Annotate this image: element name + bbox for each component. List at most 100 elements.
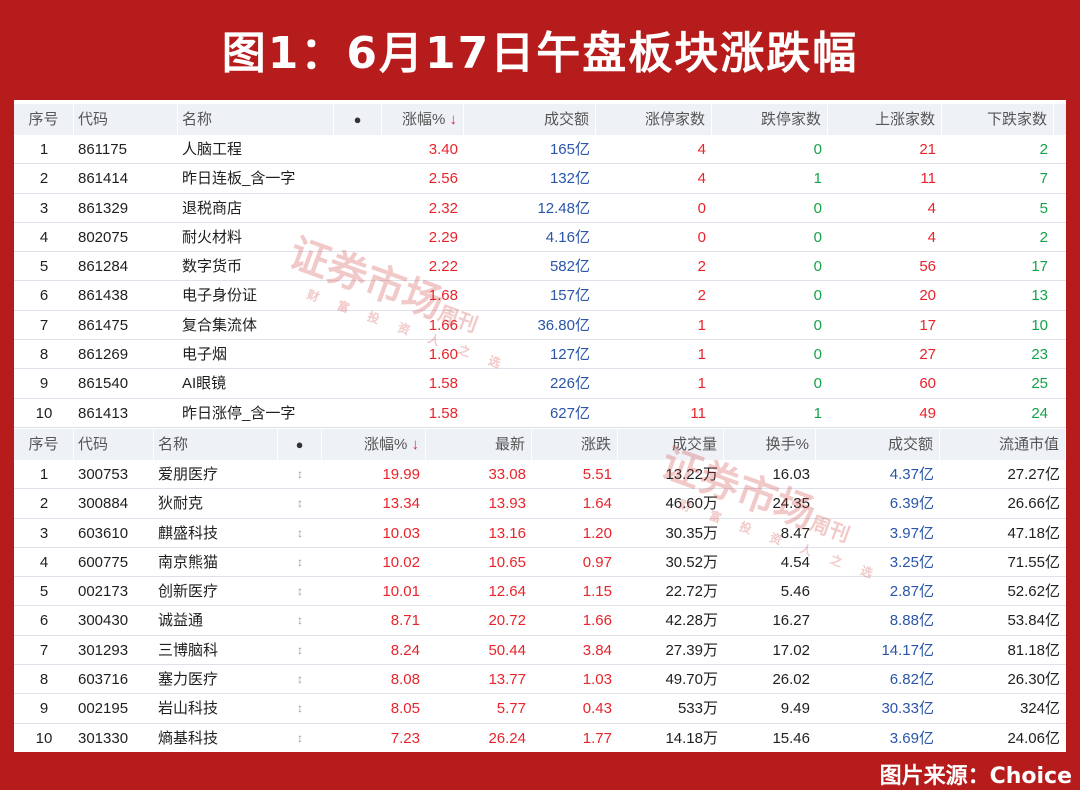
- row-last: 12.64: [488, 583, 526, 601]
- row-index: 8: [39, 346, 49, 364]
- row-float-cap: 71.55亿: [1007, 553, 1060, 571]
- row-down-count: 7: [1039, 170, 1048, 188]
- row-amount: 6.82亿: [889, 671, 934, 689]
- row-index: 7: [39, 316, 49, 334]
- row-float-cap: 324亿: [1019, 700, 1060, 718]
- row-change: 1.66: [428, 316, 458, 334]
- row-amount: 14.17亿: [881, 641, 934, 659]
- row-index: 3: [39, 199, 49, 217]
- row-name: 退税商店: [182, 199, 243, 217]
- table-row[interactable]: 7 861475 复合集流体 1.66 36.80亿 1 0 17 10: [14, 311, 1066, 341]
- row-up-count: 20: [919, 287, 936, 305]
- row-name: 爱朋医疗: [158, 466, 219, 483]
- table-row[interactable]: 10 301330 熵基科技 7.23 26.24 1.77 14.18万 15.46 3.69…: [14, 724, 1066, 753]
- header-volume: 成交量: [618, 429, 724, 460]
- row-name: 塞力医疗: [158, 671, 219, 689]
- row-change: 1.60: [428, 346, 458, 364]
- table-row[interactable]: 9 861540 AI眼镜 1.58 226亿 1 0 60 25: [14, 369, 1066, 399]
- row-down-count: 13: [1031, 287, 1048, 305]
- sort-handle-icon[interactable]: ↕: [278, 577, 322, 605]
- table-row[interactable]: 3 603610 麒盛科技 10.03 13.16 1.20 30.35万 8.47 3.97亿…: [14, 519, 1066, 548]
- sort-handle-icon[interactable]: ↕: [278, 460, 322, 488]
- sort-handle-icon[interactable]: ↕: [278, 636, 322, 664]
- table-row[interactable]: 6 300430 诚益通 8.71 20.72 1.66 42.28万 16.27 8.88亿 5…: [14, 606, 1066, 636]
- sort-handle-icon[interactable]: ↕: [278, 548, 322, 576]
- row-up-count: 4: [927, 199, 936, 217]
- row-code: 861413: [78, 404, 129, 422]
- row-name: 南京熊猫: [158, 553, 219, 571]
- table-row[interactable]: 7 301293 三博脑科 8.24 50.44 3.84 27.39万 17.02 14.17…: [14, 636, 1066, 666]
- table-row[interactable]: 8 603716 塞力医疗 8.08 13.77 1.03 49.70万 26.02 6.82亿…: [14, 665, 1066, 695]
- row-limit-down: 0: [813, 199, 822, 217]
- table-row[interactable]: 6 861438 电子身份证 1.68 157亿 2 0 20 13: [14, 281, 1066, 311]
- header-index: 序号: [14, 104, 74, 135]
- row-index: 2: [39, 495, 49, 513]
- table-row[interactable]: 5 002173 创新医疗 10.01 12.64 1.15 22.72万 5.46 2.87亿…: [14, 577, 1066, 607]
- header-change[interactable]: 涨幅% ↓: [322, 429, 426, 460]
- row-turnover: 4.54: [780, 553, 810, 571]
- row-turnover: 26.02: [772, 671, 810, 689]
- table-row[interactable]: 3 861329 退税商店 2.32 12.48亿 0 0 4 5: [14, 194, 1066, 223]
- row-float-cap: 27.27亿: [1007, 466, 1060, 483]
- row-amount: 3.97亿: [889, 524, 934, 542]
- table-row[interactable]: 4 600775 南京熊猫 10.02 10.65 0.97 30.52万 4.54 3.25亿…: [14, 548, 1066, 578]
- table-row[interactable]: 9 002195 岩山科技 8.05 5.77 0.43 533万 9.49 30.33亿 324…: [14, 694, 1066, 724]
- stock-table-header: 序号 代码 名称 ● 涨幅% ↓ 最新 涨跌 成交量 换手% 成交额 流通市值: [14, 429, 1066, 460]
- row-limit-up: 0: [697, 228, 706, 246]
- sort-desc-icon: ↓: [407, 436, 419, 453]
- row-volume: 533万: [677, 700, 718, 718]
- row-float-cap: 47.18亿: [1007, 524, 1060, 542]
- row-code: 002195: [78, 700, 129, 718]
- row-name: 诚益通: [158, 612, 204, 630]
- header-index: 序号: [14, 429, 74, 460]
- row-float-cap: 26.66亿: [1007, 495, 1060, 513]
- row-delta: 1.20: [582, 524, 612, 542]
- table-row[interactable]: 5 861284 数字货币 2.22 582亿 2 0 56 17: [14, 252, 1066, 282]
- row-name: 昨日涨停_含一字: [182, 404, 296, 422]
- row-amount: 165亿: [549, 141, 590, 158]
- sort-handle-icon[interactable]: ↕: [278, 489, 322, 517]
- table-row[interactable]: 2 300884 狄耐克 13.34 13.93 1.64 46.60万 24.35 6.39亿…: [14, 489, 1066, 519]
- row-float-cap: 53.84亿: [1007, 612, 1060, 630]
- row-limit-down: 0: [813, 287, 822, 305]
- row-amount: 3.25亿: [889, 553, 934, 571]
- row-name: 昨日连板_含一字: [182, 170, 296, 188]
- row-amount: 582亿: [549, 258, 590, 276]
- row-delta: 0.97: [582, 553, 612, 571]
- row-up-count: 21: [919, 141, 936, 158]
- row-turnover: 8.47: [780, 524, 810, 542]
- table-row[interactable]: 4 802075 耐火材料 2.29 4.16亿 0 0 4 2: [14, 223, 1066, 253]
- title-bar: 图1：6月17日午盘板块涨跌幅: [0, 0, 1080, 98]
- row-code: 861414: [78, 170, 129, 188]
- row-amount: 6.39亿: [889, 495, 934, 513]
- table-row[interactable]: 2 861414 昨日连板_含一字 2.56 132亿 4 1 11 7: [14, 164, 1066, 194]
- table-row[interactable]: 1 861175 人脑工程 3.40 165亿 4 0 21 2: [14, 135, 1066, 165]
- table-row[interactable]: 10 861413 昨日涨停_含一字 1.58 627亿 11 1 49 24: [14, 399, 1066, 428]
- sort-handle-icon[interactable]: ↕: [278, 606, 322, 634]
- row-name: 数字货币: [182, 258, 243, 276]
- row-name: 人脑工程: [182, 141, 243, 158]
- row-last: 13.77: [488, 671, 526, 689]
- sort-handle-icon[interactable]: ↕: [278, 519, 322, 547]
- row-change: 8.71: [390, 612, 420, 630]
- header-turnover: 换手%: [724, 429, 816, 460]
- header-change[interactable]: 涨幅% ↓: [382, 104, 464, 135]
- row-amount: 8.88亿: [889, 612, 934, 630]
- row-name: 熵基科技: [158, 729, 219, 747]
- row-volume: 42.28万: [665, 612, 718, 630]
- row-index: 9: [39, 375, 49, 393]
- table-row[interactable]: 1 300753 爱朋医疗 19.99 33.08 5.51 13.22万 16.03 4.37…: [14, 460, 1066, 490]
- row-amount: 127亿: [549, 346, 590, 364]
- row-change: 2.32: [428, 199, 458, 217]
- row-turnover: 9.49: [780, 700, 810, 718]
- sort-handle-icon[interactable]: ↕: [278, 724, 322, 752]
- row-code: 301330: [78, 729, 129, 747]
- sort-handle-icon[interactable]: ↕: [278, 665, 322, 693]
- row-last: 20.72: [488, 612, 526, 630]
- sort-handle-icon[interactable]: ↕: [278, 694, 322, 722]
- header-name: 名称: [154, 429, 278, 460]
- row-index: 9: [39, 700, 49, 718]
- row-amount: 36.80亿: [537, 316, 590, 334]
- row-index: 4: [39, 553, 49, 571]
- table-row[interactable]: 8 861269 电子烟 1.60 127亿 1 0 27 23: [14, 340, 1066, 370]
